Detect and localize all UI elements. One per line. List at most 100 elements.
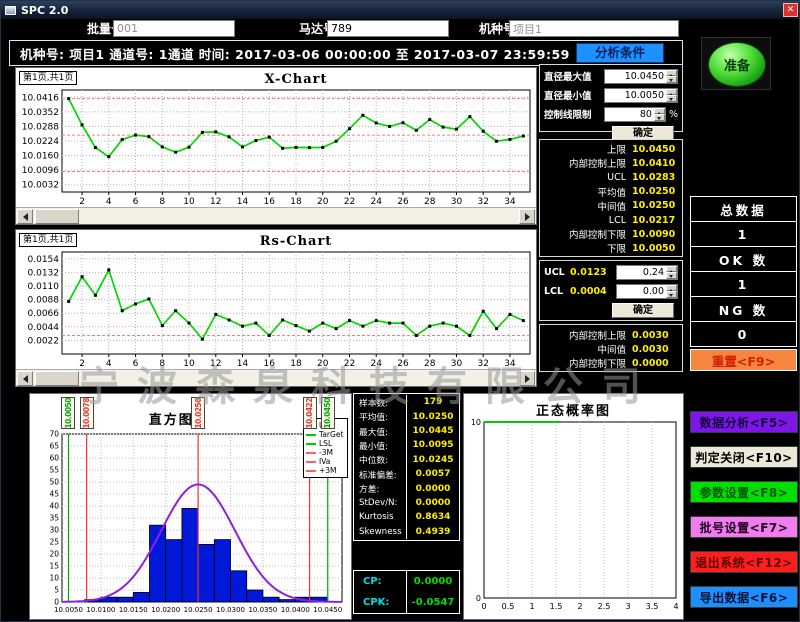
svg-text:1: 1 [529, 602, 534, 611]
count-value: 0 [690, 321, 797, 347]
diameter-min-spinner[interactable]: 10.0050 [604, 88, 678, 103]
svg-text:2: 2 [79, 197, 85, 207]
close-icon[interactable]: ✕ [783, 3, 798, 17]
xchart-page-label: 第1页,共1页 [19, 71, 77, 85]
svg-text:2: 2 [577, 602, 582, 611]
diameter-min-value: 10.0050 [605, 89, 666, 102]
spinner-arrows-icon[interactable] [666, 89, 677, 102]
svg-text:10.0300: 10.0300 [216, 606, 245, 614]
range-confirm-button[interactable]: 确定 [612, 303, 674, 318]
rschart-scrollbar[interactable] [16, 369, 536, 386]
inner-limit-row: 内部控制下限0.0000 [540, 356, 682, 370]
function-button[interactable]: 导出数据<F6> [690, 586, 798, 608]
stat-label: 标准偏差: [354, 467, 406, 481]
ucl-spinner[interactable]: 0.24 [616, 265, 678, 280]
probability-plot: 00.511.522.533.54100 [466, 418, 682, 614]
limit-label: 平均值 [540, 185, 632, 199]
stat-label: 样本数: [354, 395, 406, 409]
rschart-scroll-thumb[interactable] [35, 371, 79, 386]
svg-text:0: 0 [476, 594, 481, 603]
svg-text:3: 3 [625, 602, 630, 611]
function-button[interactable]: 批号设置<F7> [690, 516, 798, 538]
xchart-scroll-thumb[interactable] [35, 209, 79, 224]
count-header: 总数据 [690, 196, 797, 222]
info-bar: 机种号: 项目1 通道号: 1通道 时间: 2017-03-06 00:00:0… [9, 40, 683, 66]
inner-limit-row: 中间值0.0030 [540, 342, 682, 356]
spinner-arrows-icon[interactable] [666, 70, 677, 83]
title-bar[interactable]: SPC 2.0 ✕ [1, 1, 800, 19]
stat-row: 最小值:10.0095 [354, 438, 459, 452]
svg-text:10: 10 [183, 359, 195, 369]
stat-row: 标准偏差:0.0057 [354, 467, 459, 481]
scroll-right-icon[interactable] [519, 209, 535, 224]
legend-dash-icon [306, 470, 316, 472]
spinner-arrows-icon[interactable] [654, 108, 665, 121]
svg-text:4: 4 [106, 197, 112, 207]
rschart-page-label: 第1页,共1页 [19, 233, 77, 247]
function-button[interactable]: 数据分析<F5> [690, 411, 798, 433]
svg-text:X-Chart: X-Chart [264, 72, 327, 87]
svg-text:2: 2 [79, 359, 85, 369]
legend-label: TarGet [319, 430, 343, 439]
stat-row: Skewness0.4939 [354, 525, 459, 539]
svg-text:6: 6 [133, 359, 139, 369]
svg-text:24: 24 [371, 197, 383, 207]
limit-flag: 10.0050 [61, 397, 75, 429]
svg-text:0.0110: 0.0110 [28, 282, 60, 292]
scroll-left-icon[interactable] [17, 209, 33, 224]
rschart-plot: 0.01540.01320.01100.00880.00660.00440.00… [16, 230, 536, 370]
lcl-row: LCL 0.0004 0.00 [544, 283, 678, 299]
limit-label: 下限 [540, 241, 632, 255]
model-number-input[interactable] [509, 20, 679, 37]
stat-row: 最大值:10.0445 [354, 424, 459, 438]
svg-text:10.0160: 10.0160 [22, 152, 59, 162]
limit-label: LCL [540, 215, 632, 226]
function-button[interactable]: 判定关闭<F10> [690, 446, 798, 468]
limit-row: 平均值10.0250 [540, 185, 682, 199]
function-buttons: 数据分析<F5> 判定关闭<F10> 参数设置<F8> 批号设置<F7> 退出系统<F1… [690, 411, 798, 608]
spinner-arrows-icon[interactable] [666, 285, 677, 298]
cp-row: CPK:-0.0547 [354, 592, 459, 613]
cp-value: 0.0000 [406, 571, 459, 592]
svg-text:25: 25 [49, 538, 59, 547]
svg-text:10: 10 [49, 574, 59, 583]
svg-text:10.0288: 10.0288 [22, 122, 59, 132]
svg-text:14: 14 [237, 197, 249, 207]
spinner-arrows-icon[interactable] [666, 266, 677, 279]
control-limit-spinner[interactable]: 80 [604, 107, 666, 122]
svg-text:70: 70 [49, 430, 59, 439]
ready-lamp[interactable]: 准备 [701, 37, 771, 90]
legend-label: LSL [319, 439, 332, 448]
motor-number-input[interactable] [327, 20, 449, 37]
limit-flag-text: 10.0050 [64, 398, 73, 429]
xchart-panel: 第1页,共1页 10.041610.035210.028810.022410.0… [15, 67, 537, 225]
legend-label: +3M [319, 466, 337, 475]
limit-label: 内部控制下限 [540, 227, 632, 241]
legend-item: LSL [306, 439, 345, 448]
svg-text:14: 14 [237, 359, 249, 369]
legend-dash-icon [306, 434, 316, 436]
scroll-right-icon[interactable] [519, 371, 535, 386]
lcl-spinner[interactable]: 0.00 [616, 284, 678, 299]
svg-text:4: 4 [106, 359, 112, 369]
function-button[interactable]: 参数设置<F8> [690, 481, 798, 503]
svg-text:10.0350: 10.0350 [248, 606, 277, 614]
stat-value: 0.0057 [406, 467, 459, 481]
ucl-spin-value: 0.24 [617, 266, 666, 279]
svg-text:10.0224: 10.0224 [22, 137, 59, 147]
diameter-max-value: 10.0450 [605, 70, 666, 83]
batch-number-input[interactable] [113, 20, 235, 37]
svg-text:8: 8 [159, 197, 165, 207]
scroll-left-icon[interactable] [17, 371, 33, 386]
reset-button[interactable]: 重置<F9> [690, 349, 797, 371]
probability-title: 正态概率图 [464, 400, 683, 419]
xchart-scrollbar[interactable] [16, 207, 536, 224]
analysis-condition-button[interactable]: 分析条件 [576, 43, 664, 63]
svg-text:10.0200: 10.0200 [151, 606, 180, 614]
svg-text:28: 28 [424, 359, 436, 369]
function-button[interactable]: 退出系统<F12> [690, 551, 798, 573]
limit-flag-text: 10.0422 [305, 398, 314, 429]
svg-text:28: 28 [424, 197, 436, 207]
stat-row: 平均值:10.0250 [354, 409, 459, 423]
diameter-max-spinner[interactable]: 10.0450 [604, 69, 678, 84]
